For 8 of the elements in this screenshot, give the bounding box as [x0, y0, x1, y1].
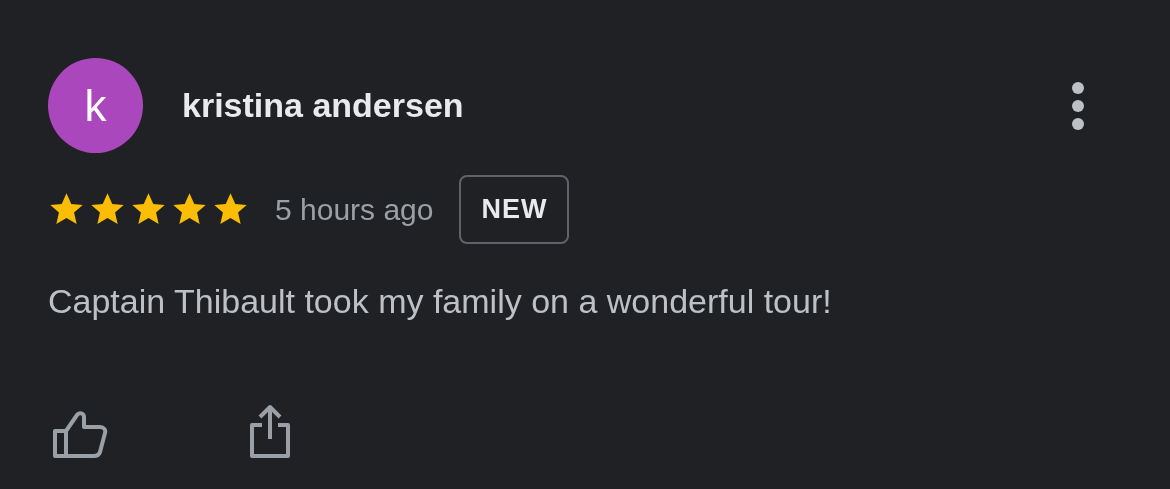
more-options-icon[interactable] [1072, 81, 1084, 130]
avatar: k [48, 58, 143, 153]
review-time: 5 hours ago [275, 191, 434, 228]
share-icon[interactable] [248, 402, 292, 459]
review-text: Captain Thibault took my family on a wonderful tour! [48, 280, 833, 322]
new-badge: NEW [459, 175, 570, 244]
author-name: kristina andersen [182, 85, 464, 126]
thumbs-up-icon[interactable] [52, 408, 108, 459]
